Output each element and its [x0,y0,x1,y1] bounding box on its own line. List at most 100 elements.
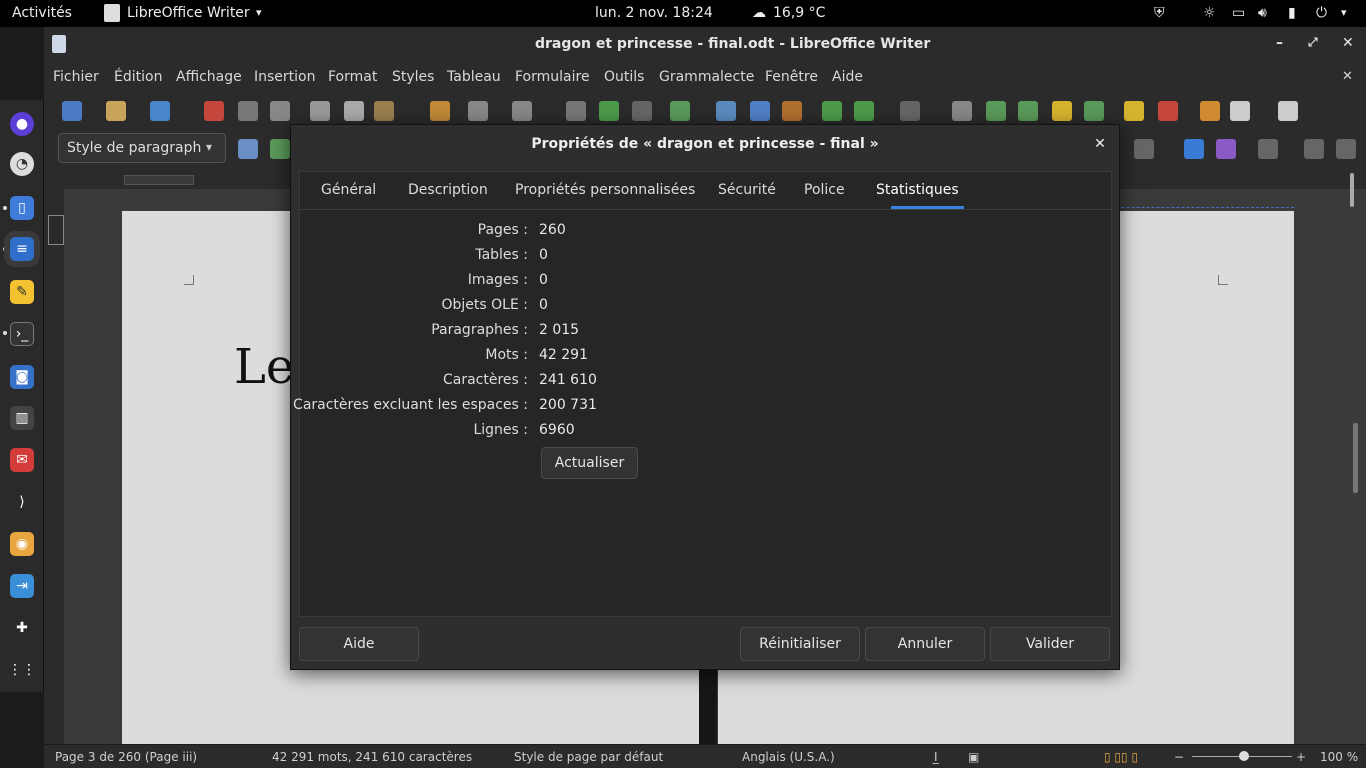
ok-button[interactable]: Valider [990,627,1110,661]
page-view-icons[interactable]: ▯ ▯▯ ▯ [1104,750,1138,764]
paragraph-style-select[interactable]: Style de paragraph [58,133,226,163]
update-button[interactable]: Actualiser [541,447,638,479]
open-folder-icon[interactable] [106,101,126,121]
screen-icon[interactable]: ▭ [1232,5,1245,21]
hyperlink-icon[interactable] [952,101,972,121]
insert-textbox-icon[interactable] [782,101,802,121]
close-icon[interactable]: ✕ [1342,35,1354,51]
status-page[interactable]: Page 3 de 260 (Page iii) [55,750,197,764]
tab-statistics[interactable]: Statistiques [876,182,959,198]
undo-icon[interactable] [468,101,488,121]
scrollbar-thumb[interactable] [1350,173,1354,207]
activities-button[interactable]: Activités [12,5,72,21]
insert-table-icon[interactable] [670,101,690,121]
firefox-icon[interactable]: ● [10,112,34,136]
menu-aide[interactable]: Aide [832,69,863,85]
status-page-style[interactable]: Style de page par défaut [514,750,663,764]
insert-page-break-icon[interactable] [822,101,842,121]
cut-icon[interactable] [310,101,330,121]
discord-icon[interactable]: ◉ [10,532,34,556]
insert-chart-icon[interactable] [750,101,770,121]
tab-custom-properties[interactable]: Propriétés personnalisées [515,182,695,198]
zoom-slider-thumb[interactable] [1239,751,1249,761]
menu-tableau[interactable]: Tableau [447,69,501,85]
menu-styles[interactable]: Styles [392,69,434,85]
close-icon[interactable]: ✕ [1091,135,1109,153]
files-icon[interactable]: ▯ [10,196,34,220]
clone-formatting-icon[interactable] [430,101,450,121]
vm-icon[interactable]: ▥ [10,406,34,430]
track-changes-icon[interactable] [1158,101,1178,121]
reset-button[interactable]: Réinitialiser [740,627,860,661]
help-button[interactable]: Aide [299,627,419,661]
menu-outils[interactable]: Outils [604,69,644,85]
line-icon[interactable] [1200,101,1220,121]
transfer-icon[interactable]: ⇥ [10,574,34,598]
selection-mode-icon[interactable]: ▣ [968,750,979,764]
power-icon[interactable]: ⏻ [1316,5,1327,21]
print-icon[interactable] [238,101,258,121]
paragraph-spacing-icon[interactable] [1304,139,1324,159]
find-replace-icon[interactable] [566,101,586,121]
app-menu-button[interactable]: LibreOffice Writer [127,5,250,21]
menu-formulaire[interactable]: Formulaire [515,69,590,85]
copy-icon[interactable] [344,101,364,121]
save-icon[interactable] [150,101,170,121]
vertical-scrollbar[interactable] [1347,167,1358,747]
decrease-indent-icon[interactable] [1216,139,1236,159]
zoom-out-icon[interactable]: − [1174,750,1184,764]
volume-icon[interactable]: 🔊︎ [1258,5,1267,21]
draw-functions-icon[interactable] [1278,101,1298,121]
line-spacing-icon[interactable] [1258,139,1278,159]
comment-icon[interactable] [1124,101,1144,121]
bookmark-icon[interactable] [1052,101,1072,121]
maximize-icon[interactable]: ⤢ [1308,35,1318,50]
terminal-icon[interactable]: ›_ [10,322,34,346]
basic-shapes-icon[interactable] [1230,101,1250,121]
status-language[interactable]: Anglais (U.S.A.) [742,750,835,764]
minimize-icon[interactable]: – [1276,35,1283,51]
screenshot-icon[interactable]: ◙ [10,365,34,389]
spelling-icon[interactable] [599,101,619,121]
vertical-ruler[interactable] [44,189,64,746]
list-icon[interactable] [1134,139,1154,159]
new-style-icon[interactable] [270,139,290,159]
close-document-icon[interactable]: ✕ [1342,69,1353,84]
print-preview-icon[interactable] [270,101,290,121]
text-editor-icon[interactable]: ✎ [10,280,34,304]
zoom-in-icon[interactable]: + [1296,750,1306,764]
footnote-icon[interactable] [986,101,1006,121]
tab-general[interactable]: Général [321,182,376,198]
endnote-icon[interactable] [1018,101,1038,121]
clock[interactable]: lun. 2 nov. 18:24 [595,5,713,21]
apps-grid-icon[interactable]: ⋮⋮ [8,658,36,682]
update-style-icon[interactable] [238,139,258,159]
tab-description[interactable]: Description [408,182,488,198]
clock-app-icon[interactable]: ◔ [10,152,34,176]
writer-icon[interactable]: ≡ [4,231,40,267]
tab-font[interactable]: Police [804,182,845,198]
shield-icon[interactable]: ⛨ [1154,5,1165,21]
paste-icon[interactable] [374,101,394,121]
battery-icon[interactable]: ▮ [1288,5,1296,21]
mail-icon[interactable]: ✉ [10,448,34,472]
weather-temperature[interactable]: 16,9 °C [773,5,825,21]
git-icon[interactable]: ⟩ [10,490,34,514]
status-word-count[interactable]: 42 291 mots, 241 610 caractères [272,750,472,764]
brightness-icon[interactable]: ☼ [1203,5,1216,21]
zoom-level[interactable]: 100 % [1320,750,1358,764]
new-document-icon[interactable] [62,101,82,121]
tab-security[interactable]: Sécurité [718,182,776,198]
formatting-marks-icon[interactable] [632,101,652,121]
increase-indent-icon[interactable] [1184,139,1204,159]
menu-insertion[interactable]: Insertion [254,69,315,85]
scrollbar-thumb-secondary[interactable] [1353,423,1358,493]
menu-edition[interactable]: Édition [114,69,162,85]
insert-field-icon[interactable] [854,101,874,121]
menu-format[interactable]: Format [328,69,377,85]
insert-mode-icon[interactable]: I̲ [934,750,938,764]
menu-fichier[interactable]: Fichier [53,69,99,85]
chevron-down-icon[interactable]: ▾ [206,140,212,154]
export-pdf-icon[interactable] [204,101,224,121]
menu-grammalecte[interactable]: Grammalecte [659,69,754,85]
